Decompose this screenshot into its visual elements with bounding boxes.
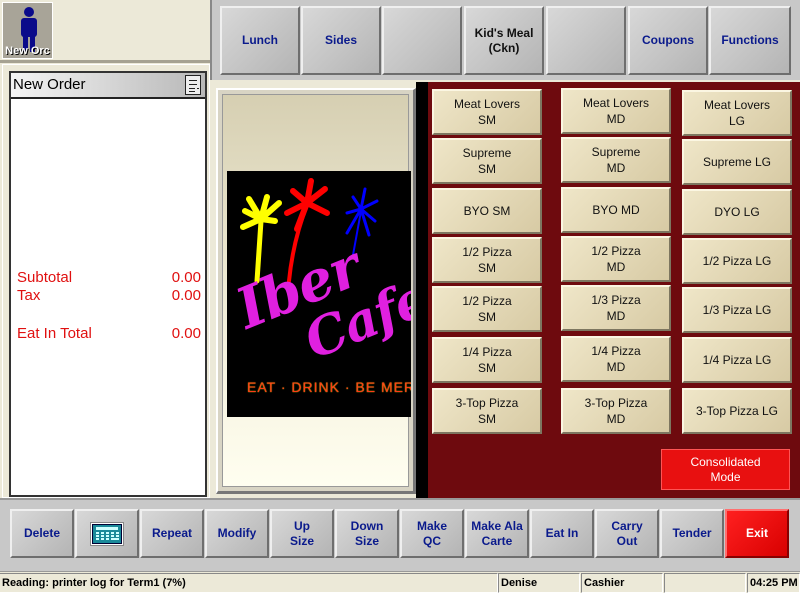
category-button-kids-meal[interactable]: Kid's Meal (Ckn) (464, 6, 544, 75)
menu-item-supreme-lg[interactable]: Supreme LG (682, 139, 792, 185)
cafe-logo: Iber Cafe EAT · DRINK · BE MERRY (227, 171, 411, 417)
eat-in-total-row: Eat In Total 0.00 (17, 325, 201, 342)
status-blank (664, 573, 746, 593)
action-bar: Delete Repeat Modify Up Size Down Size M… (0, 498, 800, 571)
eat-in-button[interactable]: Eat In (530, 509, 594, 558)
status-role: Cashier (581, 573, 663, 593)
menu-item-3-top-pizza-sm[interactable]: 3-Top Pizza SM (432, 388, 542, 434)
menu-item-half-pizza-md[interactable]: 1/2 Pizza MD (561, 236, 671, 282)
subtotal-value: 0.00 (171, 269, 201, 286)
make-ala-carte-button[interactable]: Make Ala Carte (465, 509, 529, 558)
category-button-functions[interactable]: Functions (709, 6, 791, 75)
modify-button[interactable]: Modify (205, 509, 269, 558)
make-qc-button[interactable]: Make QC (400, 509, 464, 558)
order-header[interactable]: New Order (11, 73, 205, 99)
menu-item-3-top-pizza-lg[interactable]: 3-Top Pizza LG (682, 388, 792, 434)
tax-label: Tax (17, 287, 41, 304)
menu-item-half-pizza-sm-2[interactable]: 1/2 Pizza SM (432, 286, 542, 332)
subtotal-label: Subtotal (17, 269, 73, 286)
divider (416, 82, 428, 498)
tax-row: Tax 0.00 (17, 287, 201, 304)
order-title: New Order (13, 76, 86, 93)
logo-tagline: EAT · DRINK · BE MERRY (247, 379, 411, 395)
status-bar: Reading: printer log for Term1 (7%) Deni… (0, 571, 800, 593)
receipt-icon[interactable] (185, 75, 201, 95)
order-panel: New Order Subtotal 0.00 Tax 0.00 Eat In … (2, 64, 210, 498)
up-size-button[interactable]: Up Size (270, 509, 334, 558)
consolidated-mode-button[interactable]: Consolidated Mode (661, 449, 790, 490)
eat-in-total-label: Eat In Total (17, 325, 92, 342)
status-user: Denise (498, 573, 580, 593)
repeat-button[interactable]: Repeat (140, 509, 204, 558)
menu-item-meat-lovers-md[interactable]: Meat Lovers MD (561, 88, 671, 134)
new-order-tile-label: New Orc (5, 45, 50, 57)
menu-item-byo-md[interactable]: BYO MD (561, 187, 671, 233)
logo-frame: Iber Cafe EAT · DRINK · BE MERRY (222, 94, 411, 487)
category-bar: Lunch Sides Kid's Meal (Ckn) Coupons Fun… (210, 0, 800, 80)
calculator-icon (90, 521, 124, 546)
top-separator (0, 60, 210, 63)
menu-item-3-top-pizza-md[interactable]: 3-Top Pizza MD (561, 388, 671, 434)
exit-button[interactable]: Exit (725, 509, 789, 558)
category-button-coupons[interactable]: Coupons (628, 6, 708, 75)
menu-item-dyo-lg[interactable]: DYO LG (682, 189, 792, 235)
tender-button[interactable]: Tender (660, 509, 724, 558)
category-button-empty-2[interactable] (546, 6, 626, 75)
carry-out-button[interactable]: Carry Out (595, 509, 659, 558)
logo-panel: Iber Cafe EAT · DRINK · BE MERRY (216, 88, 416, 494)
menu-item-quarter-pizza-md[interactable]: 1/4 Pizza MD (561, 336, 671, 382)
menu-item-byo-sm[interactable]: BYO SM (432, 188, 542, 234)
menu-item-third-pizza-lg[interactable]: 1/3 Pizza LG (682, 287, 792, 333)
order-receipt[interactable]: New Order Subtotal 0.00 Tax 0.00 Eat In … (9, 71, 207, 497)
menu-item-half-pizza-lg[interactable]: 1/2 Pizza LG (682, 238, 792, 284)
menu-item-supreme-sm[interactable]: Supreme SM (432, 138, 542, 184)
category-button-empty-1[interactable] (382, 6, 462, 75)
status-message: Reading: printer log for Term1 (7%) (0, 573, 498, 593)
delete-button[interactable]: Delete (10, 509, 74, 558)
menu-item-meat-lovers-sm[interactable]: Meat Lovers SM (432, 89, 542, 135)
calculator-button[interactable] (75, 509, 139, 558)
status-time: 04:25 PM (747, 573, 800, 593)
tax-value: 0.00 (171, 287, 201, 304)
menu-item-quarter-pizza-lg[interactable]: 1/4 Pizza LG (682, 337, 792, 383)
menu-item-supreme-md[interactable]: Supreme MD (561, 137, 671, 183)
subtotal-row: Subtotal 0.00 (17, 269, 201, 286)
menu-item-third-pizza-md[interactable]: 1/3 Pizza MD (561, 285, 671, 331)
menu-item-half-pizza-sm[interactable]: 1/2 Pizza SM (432, 237, 542, 283)
menu-item-quarter-pizza-sm[interactable]: 1/4 Pizza SM (432, 337, 542, 383)
new-order-tile[interactable]: New Orc (2, 2, 53, 59)
eat-in-total-value: 0.00 (171, 325, 201, 342)
menu-item-meat-lovers-lg[interactable]: Meat Lovers LG (682, 90, 792, 136)
category-button-sides[interactable]: Sides (301, 6, 381, 75)
category-button-lunch[interactable]: Lunch (220, 6, 300, 75)
down-size-button[interactable]: Down Size (335, 509, 399, 558)
